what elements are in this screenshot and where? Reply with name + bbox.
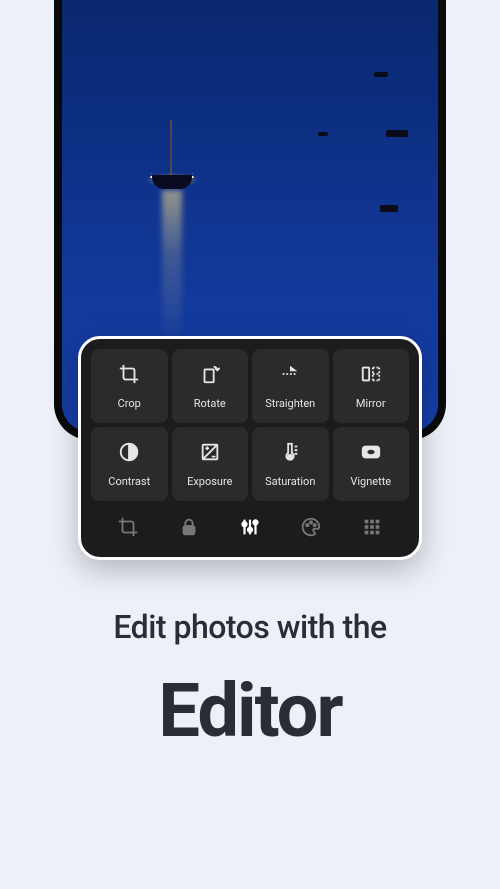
- tab-grid[interactable]: [358, 515, 386, 543]
- straighten-icon: [279, 363, 301, 389]
- mirror-button[interactable]: Mirror: [333, 349, 410, 423]
- rotate-icon: [199, 363, 221, 389]
- rotate-label: Rotate: [194, 397, 226, 410]
- marketing-headline: Edit photos with the: [0, 608, 500, 646]
- exposure-icon: [199, 441, 221, 467]
- exposure-button[interactable]: Exposure: [172, 427, 249, 501]
- crop-icon: [118, 363, 140, 389]
- exposure-label: Exposure: [187, 475, 232, 488]
- mirror-label: Mirror: [356, 397, 386, 410]
- sliders-icon: [239, 516, 261, 542]
- saturation-label: Saturation: [265, 475, 315, 488]
- crop-icon: [117, 516, 139, 542]
- boat-reflection: [162, 190, 182, 350]
- distant-boat: [380, 205, 398, 212]
- tool-grid: Crop Rotate Straighten: [91, 349, 409, 501]
- straighten-button[interactable]: Straighten: [252, 349, 329, 423]
- tab-lock[interactable]: [175, 515, 203, 543]
- distant-boat: [374, 72, 388, 77]
- palette-icon: [300, 516, 322, 542]
- grid-icon: [361, 516, 383, 542]
- marketing-title: Editor: [0, 668, 500, 755]
- editor-tab-bar: [91, 501, 409, 549]
- vignette-icon: [360, 441, 382, 467]
- saturation-button[interactable]: Saturation: [252, 427, 329, 501]
- lock-icon: [178, 516, 200, 542]
- contrast-label: Contrast: [108, 475, 150, 488]
- tab-adjust[interactable]: [236, 515, 264, 543]
- mirror-icon: [360, 363, 382, 389]
- vignette-label: Vignette: [350, 475, 391, 488]
- straighten-label: Straighten: [265, 397, 315, 410]
- boat: [152, 175, 192, 189]
- contrast-button[interactable]: Contrast: [91, 427, 168, 501]
- crop-label: Crop: [118, 397, 141, 410]
- distant-boat: [386, 130, 408, 137]
- crop-button[interactable]: Crop: [91, 349, 168, 423]
- contrast-icon: [118, 441, 140, 467]
- rotate-button[interactable]: Rotate: [172, 349, 249, 423]
- saturation-icon: [279, 441, 301, 467]
- editor-panel: Crop Rotate Straighten: [78, 336, 422, 560]
- tab-transform[interactable]: [114, 515, 142, 543]
- vignette-button[interactable]: Vignette: [333, 427, 410, 501]
- distant-boat: [318, 132, 328, 136]
- tab-color[interactable]: [297, 515, 325, 543]
